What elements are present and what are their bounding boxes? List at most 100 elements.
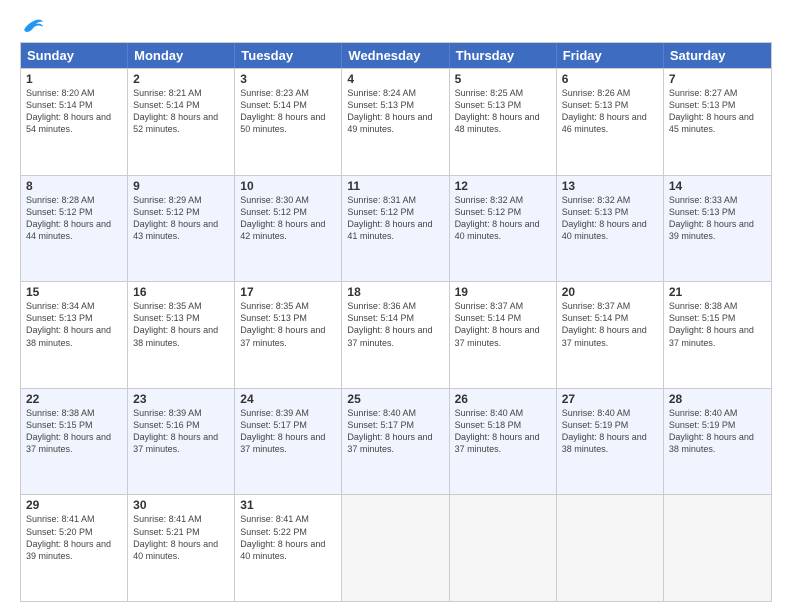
- day-number: 6: [562, 72, 658, 86]
- day-number: 7: [669, 72, 766, 86]
- day-info: Sunrise: 8:40 AM Sunset: 5:19 PM Dayligh…: [669, 407, 766, 456]
- day-number: 27: [562, 392, 658, 406]
- day-number: 30: [133, 498, 229, 512]
- logo: [20, 16, 44, 34]
- day-cell-14: 14Sunrise: 8:33 AM Sunset: 5:13 PM Dayli…: [664, 176, 771, 282]
- day-info: Sunrise: 8:41 AM Sunset: 5:21 PM Dayligh…: [133, 513, 229, 562]
- day-info: Sunrise: 8:37 AM Sunset: 5:14 PM Dayligh…: [455, 300, 551, 349]
- day-info: Sunrise: 8:29 AM Sunset: 5:12 PM Dayligh…: [133, 194, 229, 243]
- day-cell-8: 8Sunrise: 8:28 AM Sunset: 5:12 PM Daylig…: [21, 176, 128, 282]
- day-cell-17: 17Sunrise: 8:35 AM Sunset: 5:13 PM Dayli…: [235, 282, 342, 388]
- day-cell-6: 6Sunrise: 8:26 AM Sunset: 5:13 PM Daylig…: [557, 69, 664, 175]
- day-info: Sunrise: 8:32 AM Sunset: 5:12 PM Dayligh…: [455, 194, 551, 243]
- header-cell-thursday: Thursday: [450, 43, 557, 68]
- day-cell-5: 5Sunrise: 8:25 AM Sunset: 5:13 PM Daylig…: [450, 69, 557, 175]
- day-info: Sunrise: 8:23 AM Sunset: 5:14 PM Dayligh…: [240, 87, 336, 136]
- day-cell-10: 10Sunrise: 8:30 AM Sunset: 5:12 PM Dayli…: [235, 176, 342, 282]
- header-cell-wednesday: Wednesday: [342, 43, 449, 68]
- empty-cell: [664, 495, 771, 601]
- day-number: 23: [133, 392, 229, 406]
- day-cell-26: 26Sunrise: 8:40 AM Sunset: 5:18 PM Dayli…: [450, 389, 557, 495]
- day-number: 28: [669, 392, 766, 406]
- day-cell-1: 1Sunrise: 8:20 AM Sunset: 5:14 PM Daylig…: [21, 69, 128, 175]
- day-number: 29: [26, 498, 122, 512]
- day-cell-21: 21Sunrise: 8:38 AM Sunset: 5:15 PM Dayli…: [664, 282, 771, 388]
- day-cell-19: 19Sunrise: 8:37 AM Sunset: 5:14 PM Dayli…: [450, 282, 557, 388]
- day-number: 3: [240, 72, 336, 86]
- calendar-row-3: 15Sunrise: 8:34 AM Sunset: 5:13 PM Dayli…: [21, 281, 771, 388]
- day-number: 31: [240, 498, 336, 512]
- day-cell-31: 31Sunrise: 8:41 AM Sunset: 5:22 PM Dayli…: [235, 495, 342, 601]
- calendar: SundayMondayTuesdayWednesdayThursdayFrid…: [20, 42, 772, 602]
- day-info: Sunrise: 8:41 AM Sunset: 5:22 PM Dayligh…: [240, 513, 336, 562]
- header-cell-monday: Monday: [128, 43, 235, 68]
- day-info: Sunrise: 8:37 AM Sunset: 5:14 PM Dayligh…: [562, 300, 658, 349]
- calendar-row-4: 22Sunrise: 8:38 AM Sunset: 5:15 PM Dayli…: [21, 388, 771, 495]
- day-cell-13: 13Sunrise: 8:32 AM Sunset: 5:13 PM Dayli…: [557, 176, 664, 282]
- day-number: 8: [26, 179, 122, 193]
- day-info: Sunrise: 8:31 AM Sunset: 5:12 PM Dayligh…: [347, 194, 443, 243]
- empty-cell: [557, 495, 664, 601]
- day-info: Sunrise: 8:39 AM Sunset: 5:17 PM Dayligh…: [240, 407, 336, 456]
- day-cell-9: 9Sunrise: 8:29 AM Sunset: 5:12 PM Daylig…: [128, 176, 235, 282]
- day-info: Sunrise: 8:21 AM Sunset: 5:14 PM Dayligh…: [133, 87, 229, 136]
- day-number: 19: [455, 285, 551, 299]
- day-cell-27: 27Sunrise: 8:40 AM Sunset: 5:19 PM Dayli…: [557, 389, 664, 495]
- day-cell-15: 15Sunrise: 8:34 AM Sunset: 5:13 PM Dayli…: [21, 282, 128, 388]
- day-info: Sunrise: 8:27 AM Sunset: 5:13 PM Dayligh…: [669, 87, 766, 136]
- day-cell-20: 20Sunrise: 8:37 AM Sunset: 5:14 PM Dayli…: [557, 282, 664, 388]
- day-info: Sunrise: 8:40 AM Sunset: 5:18 PM Dayligh…: [455, 407, 551, 456]
- day-cell-24: 24Sunrise: 8:39 AM Sunset: 5:17 PM Dayli…: [235, 389, 342, 495]
- day-number: 14: [669, 179, 766, 193]
- day-number: 5: [455, 72, 551, 86]
- day-info: Sunrise: 8:38 AM Sunset: 5:15 PM Dayligh…: [669, 300, 766, 349]
- header-cell-tuesday: Tuesday: [235, 43, 342, 68]
- day-cell-18: 18Sunrise: 8:36 AM Sunset: 5:14 PM Dayli…: [342, 282, 449, 388]
- logo-bird-icon: [22, 16, 44, 34]
- day-number: 1: [26, 72, 122, 86]
- day-info: Sunrise: 8:36 AM Sunset: 5:14 PM Dayligh…: [347, 300, 443, 349]
- day-number: 16: [133, 285, 229, 299]
- day-info: Sunrise: 8:40 AM Sunset: 5:17 PM Dayligh…: [347, 407, 443, 456]
- day-cell-3: 3Sunrise: 8:23 AM Sunset: 5:14 PM Daylig…: [235, 69, 342, 175]
- page-header: [20, 16, 772, 34]
- day-info: Sunrise: 8:38 AM Sunset: 5:15 PM Dayligh…: [26, 407, 122, 456]
- day-info: Sunrise: 8:41 AM Sunset: 5:20 PM Dayligh…: [26, 513, 122, 562]
- day-number: 15: [26, 285, 122, 299]
- header-cell-saturday: Saturday: [664, 43, 771, 68]
- day-cell-23: 23Sunrise: 8:39 AM Sunset: 5:16 PM Dayli…: [128, 389, 235, 495]
- day-number: 4: [347, 72, 443, 86]
- day-number: 17: [240, 285, 336, 299]
- day-cell-4: 4Sunrise: 8:24 AM Sunset: 5:13 PM Daylig…: [342, 69, 449, 175]
- day-number: 26: [455, 392, 551, 406]
- day-cell-30: 30Sunrise: 8:41 AM Sunset: 5:21 PM Dayli…: [128, 495, 235, 601]
- day-cell-29: 29Sunrise: 8:41 AM Sunset: 5:20 PM Dayli…: [21, 495, 128, 601]
- day-info: Sunrise: 8:32 AM Sunset: 5:13 PM Dayligh…: [562, 194, 658, 243]
- empty-cell: [450, 495, 557, 601]
- day-cell-12: 12Sunrise: 8:32 AM Sunset: 5:12 PM Dayli…: [450, 176, 557, 282]
- calendar-row-2: 8Sunrise: 8:28 AM Sunset: 5:12 PM Daylig…: [21, 175, 771, 282]
- day-info: Sunrise: 8:40 AM Sunset: 5:19 PM Dayligh…: [562, 407, 658, 456]
- empty-cell: [342, 495, 449, 601]
- day-cell-28: 28Sunrise: 8:40 AM Sunset: 5:19 PM Dayli…: [664, 389, 771, 495]
- calendar-body: 1Sunrise: 8:20 AM Sunset: 5:14 PM Daylig…: [21, 68, 771, 601]
- day-cell-11: 11Sunrise: 8:31 AM Sunset: 5:12 PM Dayli…: [342, 176, 449, 282]
- day-info: Sunrise: 8:20 AM Sunset: 5:14 PM Dayligh…: [26, 87, 122, 136]
- day-number: 9: [133, 179, 229, 193]
- day-number: 20: [562, 285, 658, 299]
- day-number: 21: [669, 285, 766, 299]
- day-number: 18: [347, 285, 443, 299]
- day-cell-22: 22Sunrise: 8:38 AM Sunset: 5:15 PM Dayli…: [21, 389, 128, 495]
- day-cell-16: 16Sunrise: 8:35 AM Sunset: 5:13 PM Dayli…: [128, 282, 235, 388]
- day-info: Sunrise: 8:26 AM Sunset: 5:13 PM Dayligh…: [562, 87, 658, 136]
- calendar-page: SundayMondayTuesdayWednesdayThursdayFrid…: [0, 0, 792, 612]
- calendar-header: SundayMondayTuesdayWednesdayThursdayFrid…: [21, 43, 771, 68]
- header-cell-friday: Friday: [557, 43, 664, 68]
- day-number: 11: [347, 179, 443, 193]
- header-cell-sunday: Sunday: [21, 43, 128, 68]
- day-number: 22: [26, 392, 122, 406]
- day-number: 25: [347, 392, 443, 406]
- day-cell-7: 7Sunrise: 8:27 AM Sunset: 5:13 PM Daylig…: [664, 69, 771, 175]
- day-number: 13: [562, 179, 658, 193]
- day-info: Sunrise: 8:35 AM Sunset: 5:13 PM Dayligh…: [240, 300, 336, 349]
